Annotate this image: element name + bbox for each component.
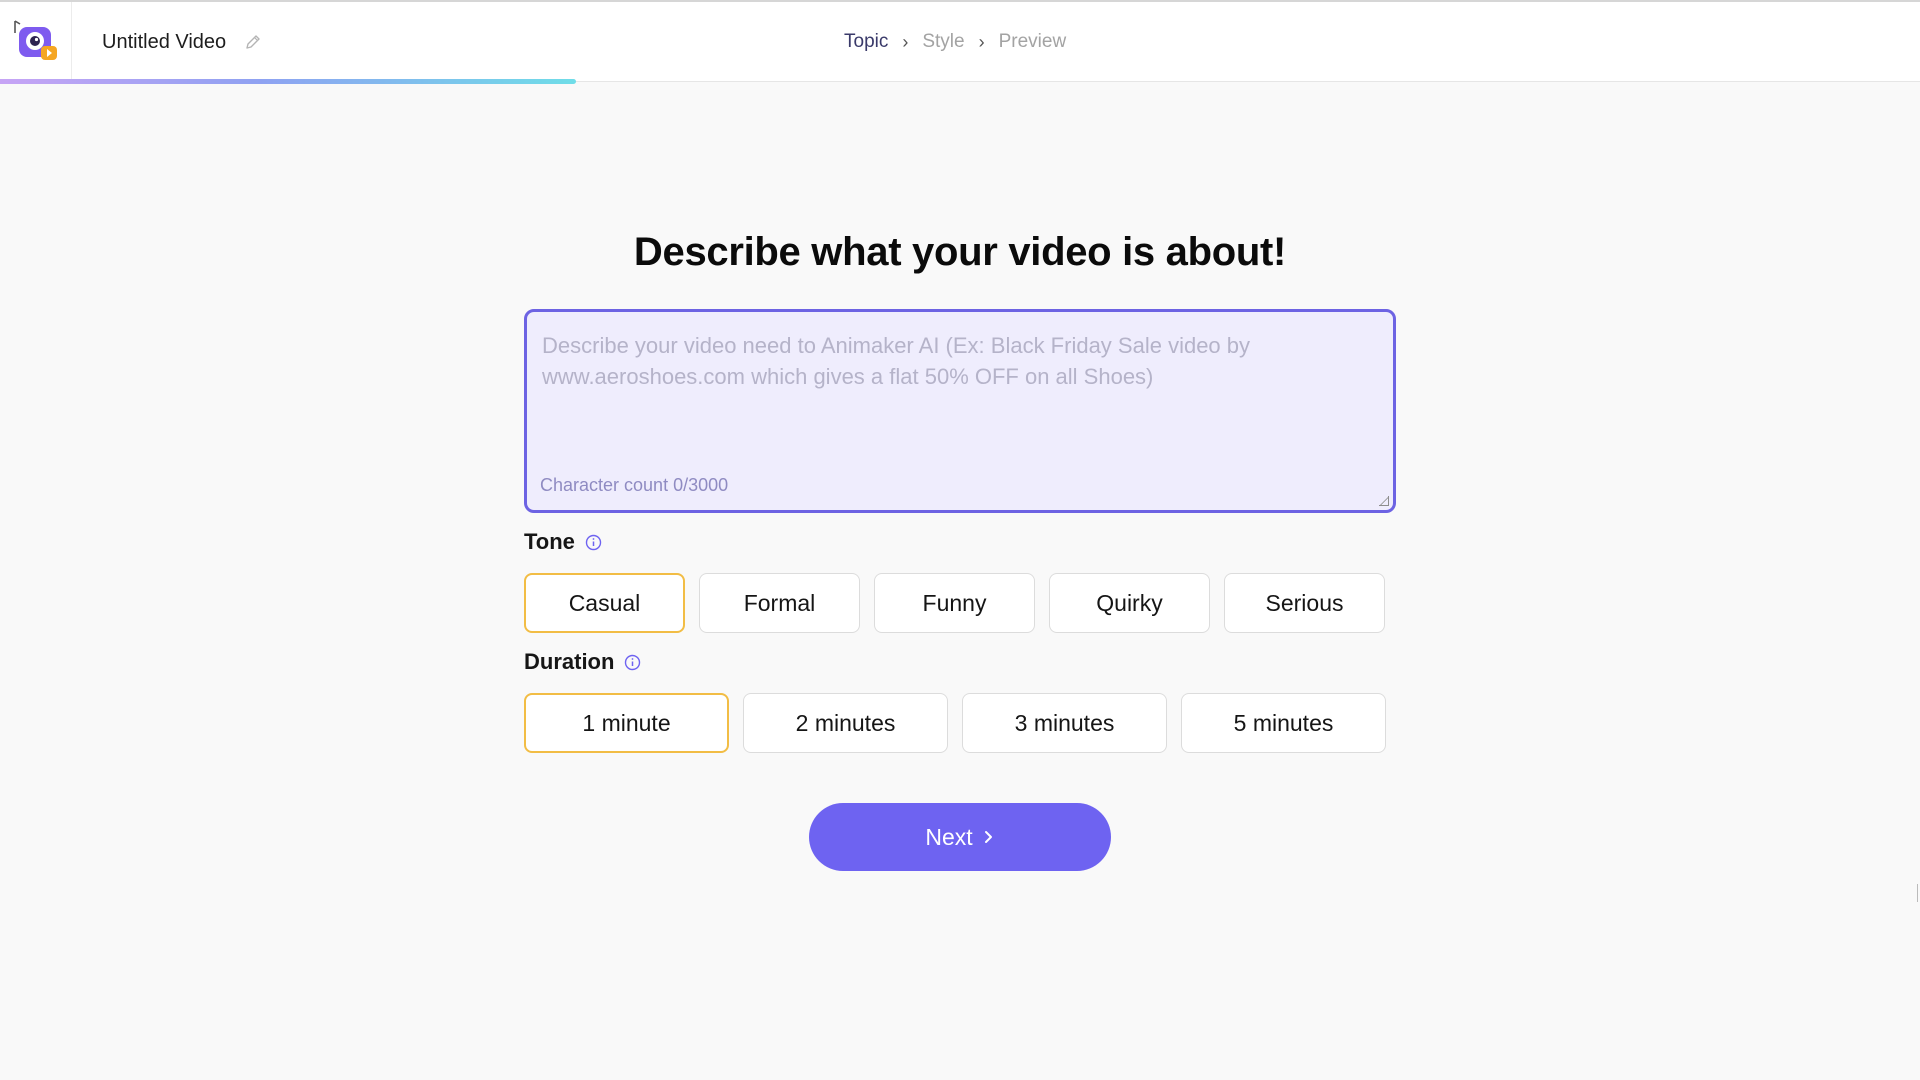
tone-option-casual[interactable]: Casual bbox=[524, 573, 685, 633]
breadcrumb-step-style[interactable]: Style bbox=[922, 31, 964, 53]
animaker-camera-logo-icon bbox=[13, 20, 57, 60]
info-icon[interactable] bbox=[585, 534, 602, 551]
duration-option-2-minutes[interactable]: 2 minutes bbox=[743, 693, 948, 753]
duration-option-5-minutes[interactable]: 5 minutes bbox=[1181, 693, 1386, 753]
topic-form: Describe what your video is about! Chara… bbox=[524, 230, 1396, 871]
tone-option-quirky[interactable]: Quirky bbox=[1049, 573, 1210, 633]
resize-handle[interactable] bbox=[1379, 496, 1389, 506]
next-button-label: Next bbox=[925, 823, 973, 850]
logo-cell[interactable] bbox=[0, 2, 72, 82]
description-box: Character count 0/3000 bbox=[524, 309, 1396, 513]
breadcrumb-step-preview[interactable]: Preview bbox=[999, 31, 1067, 53]
wizard-progress-bar bbox=[0, 79, 576, 84]
breadcrumb-separator: › bbox=[902, 31, 909, 52]
character-count: Character count 0/3000 bbox=[540, 475, 729, 495]
video-title[interactable]: Untitled Video bbox=[102, 31, 226, 54]
breadcrumb: Topic › Style › Preview bbox=[844, 2, 1066, 82]
info-icon[interactable] bbox=[624, 654, 641, 671]
tone-label-row: Tone bbox=[524, 529, 1396, 555]
breadcrumb-step-topic[interactable]: Topic bbox=[844, 31, 888, 53]
pencil-icon[interactable] bbox=[244, 33, 262, 51]
next-button-row: Next bbox=[524, 803, 1396, 871]
video-title-area: Untitled Video bbox=[102, 2, 262, 82]
tone-option-formal[interactable]: Formal bbox=[699, 573, 860, 633]
tone-label: Tone bbox=[524, 529, 575, 554]
duration-option-1-minute[interactable]: 1 minute bbox=[524, 693, 729, 753]
page-heading: Describe what your video is about! bbox=[633, 230, 1287, 274]
duration-label: Duration bbox=[524, 649, 615, 674]
duration-option-3-minutes[interactable]: 3 minutes bbox=[962, 693, 1167, 753]
tone-option-serious[interactable]: Serious bbox=[1224, 573, 1385, 633]
tone-options: Casual Formal Funny Quirky Serious bbox=[524, 573, 1396, 633]
chevron-right-icon bbox=[984, 831, 992, 843]
duration-options: 1 minute 2 minutes 3 minutes 5 minutes bbox=[524, 693, 1396, 753]
breadcrumb-separator: › bbox=[978, 31, 985, 52]
next-button[interactable]: Next bbox=[809, 803, 1111, 871]
top-bar: Untitled Video Topic › Style › Preview bbox=[0, 0, 1920, 84]
duration-label-row: Duration bbox=[524, 649, 1396, 675]
tone-option-funny[interactable]: Funny bbox=[874, 573, 1035, 633]
